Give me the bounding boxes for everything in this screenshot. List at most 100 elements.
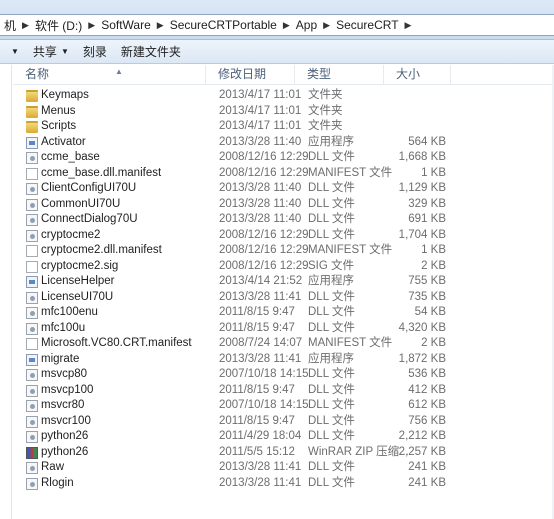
navigation-pane[interactable] <box>0 65 12 519</box>
file-type: DLL 文件 <box>308 197 355 210</box>
dll-icon <box>26 307 38 319</box>
folder-icon <box>26 121 38 133</box>
file-date: 2008/12/16 12:29 <box>219 259 309 272</box>
file-name: msvcr100 <box>41 414 91 427</box>
file-row[interactable]: ClientConfigUI70U 2013/3/28 11:40 DLL 文件 1,… <box>13 181 554 197</box>
file-size: 2 KB <box>421 337 446 349</box>
file-row[interactable]: cryptocme2.sig 2008/12/16 12:29 SIG 文件 2 KB <box>13 259 554 275</box>
burn-button[interactable]: 刻录 <box>76 41 114 63</box>
chevron-right-icon[interactable]: ▶ <box>280 20 293 31</box>
file-type: DLL 文件 <box>308 461 355 473</box>
breadcrumb-label: 机 <box>4 18 17 33</box>
file-row[interactable]: Menus 2013/4/17 11:01 文件夹 <box>13 104 554 120</box>
file-row[interactable]: msvcp80 2007/10/18 14:15 DLL 文件 536 KB <box>13 367 554 383</box>
file-size: 755 KB <box>408 275 446 287</box>
breadcrumb-label: App <box>295 18 318 32</box>
breadcrumb-item[interactable]: App ▶ <box>293 18 333 32</box>
file-name: cryptocme2.sig <box>41 259 119 272</box>
file-size <box>398 119 446 135</box>
dll-icon <box>26 400 38 412</box>
chevron-right-icon[interactable]: ▶ <box>85 20 98 31</box>
file-row[interactable]: python26 2011/5/5 15:12 WinRAR ZIP 压缩... 2,… <box>13 445 554 461</box>
column-header-size[interactable]: 大小 <box>384 65 451 85</box>
file-row[interactable]: LicenseHelper 2013/4/14 21:52 应用程序 755 KB <box>13 274 554 290</box>
breadcrumb-item[interactable]: 机 ▶ <box>1 17 32 34</box>
dll-icon <box>26 183 38 195</box>
file-row[interactable]: ccme_base.dll.manifest 2008/12/16 12:29 MA… <box>13 166 554 182</box>
file-row[interactable]: mfc100u 2011/8/15 9:47 DLL 文件 4,320 KB <box>13 321 554 337</box>
file-name: Raw <box>41 461 65 473</box>
file-date: 2007/10/18 14:15 <box>219 368 309 380</box>
file-row[interactable]: cryptocme2 2008/12/16 12:29 DLL 文件 1,704 KB <box>13 228 554 244</box>
column-header-date[interactable]: 修改日期 <box>206 65 295 85</box>
address-bar[interactable]: 机 ▶ 软件 (D:) ▶ SoftWare ▶ SecureCRTPortable ▶… <box>0 14 554 36</box>
chevron-right-icon[interactable]: ▶ <box>402 20 415 31</box>
file-name: msvcp100 <box>41 383 94 396</box>
breadcrumb-item[interactable]: SoftWare ▶ <box>98 18 167 32</box>
new-folder-button[interactable]: 新建文件夹 <box>114 41 188 63</box>
file-date: 2011/8/15 9:47 <box>219 414 295 427</box>
file-date: 2013/3/28 11:40 <box>219 135 302 148</box>
file-row[interactable]: mfc100enu 2011/8/15 9:47 DLL 文件 54 KB <box>13 305 554 321</box>
column-header-type[interactable]: 类型 <box>295 65 384 85</box>
file-size: 2 KB <box>421 259 446 272</box>
application-icon <box>26 353 38 366</box>
file-type: 应用程序 <box>308 135 354 148</box>
file-size: 241 KB <box>408 476 446 489</box>
chevron-right-icon[interactable]: ▶ <box>320 20 333 31</box>
file-row[interactable]: ConnectDialog70U 2013/3/28 11:40 DLL 文件 691… <box>13 212 554 228</box>
file-size: 4,320 KB <box>398 321 446 334</box>
file-type: DLL 文件 <box>308 414 355 427</box>
toolbar-stub-caret[interactable]: ▼ <box>0 41 26 63</box>
file-row[interactable]: ccme_base 2008/12/16 12:29 DLL 文件 1,668 KB <box>13 150 554 166</box>
file-type: 文件夹 <box>308 89 343 101</box>
chevron-down-icon: ▼ <box>11 47 19 56</box>
file-type: MANIFEST 文件 <box>308 244 393 256</box>
file-row[interactable]: LicenseUI70U 2013/3/28 11:41 DLL 文件 735 KB <box>13 290 554 306</box>
file-size <box>398 104 446 120</box>
file-row[interactable]: migrate 2013/3/28 11:41 应用程序 1,872 KB <box>13 352 554 368</box>
file-name: mfc100enu <box>41 306 98 318</box>
file-name: LicenseHelper <box>41 275 115 287</box>
file-row[interactable]: msvcr100 2011/8/15 9:47 DLL 文件 756 KB <box>13 414 554 430</box>
file-date: 2008/12/16 12:29 <box>219 244 309 256</box>
breadcrumb-item[interactable]: SecureCRTPortable ▶ <box>167 18 293 32</box>
file-name: python26 <box>41 445 89 458</box>
file-row[interactable]: Keymaps 2013/4/17 11:01 文件夹 <box>13 88 554 104</box>
file-size: 735 KB <box>408 290 446 303</box>
file-size: 612 KB <box>408 399 446 411</box>
file-row[interactable]: msvcr80 2007/10/18 14:15 DLL 文件 612 KB <box>13 398 554 414</box>
chevron-right-icon[interactable]: ▶ <box>19 20 32 31</box>
file-row[interactable]: python26 2011/4/29 18:04 DLL 文件 2,212 KB <box>13 429 554 445</box>
breadcrumb-item[interactable]: SecureCRT ▶ <box>333 18 414 32</box>
file-row[interactable]: msvcp100 2011/8/15 9:47 DLL 文件 412 KB <box>13 383 554 399</box>
file-size: 1,872 KB <box>398 352 446 365</box>
dll-icon <box>26 322 38 335</box>
file-name: ccme_base.dll.manifest <box>41 166 162 179</box>
file-size: 412 KB <box>408 383 446 396</box>
chevron-right-icon[interactable]: ▶ <box>154 20 167 31</box>
application-icon <box>26 136 38 149</box>
file-size: 54 KB <box>414 306 446 318</box>
file-date: 2008/12/16 12:29 <box>219 151 309 163</box>
file-date: 2013/3/28 11:40 <box>219 197 302 210</box>
file-type: 文件夹 <box>308 104 343 117</box>
file-date: 2013/3/28 11:41 <box>219 290 302 303</box>
file-size: 329 KB <box>408 197 446 210</box>
dll-icon <box>26 152 38 164</box>
column-header-name[interactable]: 名称 ▲ <box>13 65 206 85</box>
file-name: Menus <box>41 104 76 117</box>
zip-archive-icon <box>26 446 38 459</box>
file-row[interactable]: CommonUI70U 2013/3/28 11:40 DLL 文件 329 KB <box>13 197 554 213</box>
folder-icon <box>26 105 38 118</box>
file-row[interactable]: Scripts 2013/4/17 11:01 文件夹 <box>13 119 554 135</box>
file-row[interactable]: Activator 2013/3/28 11:40 应用程序 564 KB <box>13 135 554 151</box>
share-button[interactable]: 共享 ▼ <box>26 41 76 63</box>
file-row[interactable]: Raw 2013/3/28 11:41 DLL 文件 241 KB <box>13 460 554 476</box>
file-row[interactable]: Microsoft.VC80.CRT.manifest 2008/7/24 14:… <box>13 336 554 352</box>
breadcrumb-item[interactable]: 软件 (D:) ▶ <box>32 17 98 34</box>
file-name: Activator <box>41 135 86 148</box>
file-type: DLL 文件 <box>308 321 355 334</box>
file-row[interactable]: cryptocme2.dll.manifest 2008/12/16 12:29 M… <box>13 243 554 259</box>
file-row[interactable]: Rlogin 2013/3/28 11:41 DLL 文件 241 KB <box>13 476 554 492</box>
